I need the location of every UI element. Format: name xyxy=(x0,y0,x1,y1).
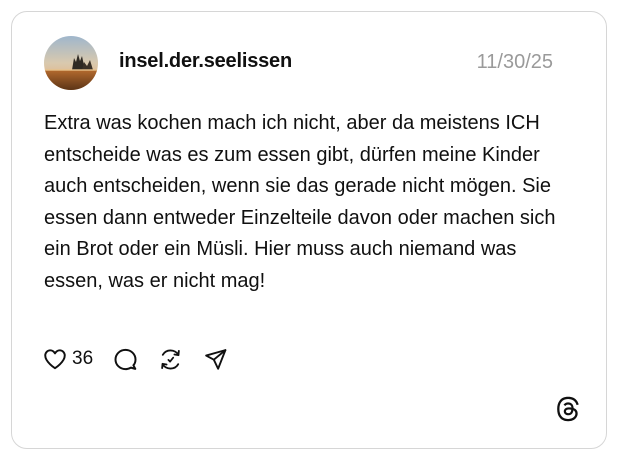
avatar[interactable] xyxy=(44,36,98,90)
post-card: insel.der.seelissen 11/30/25 Extra was k… xyxy=(11,11,607,449)
heart-icon xyxy=(44,349,66,370)
post-text: Extra was kochen mach ich nicht, aber da… xyxy=(44,112,556,292)
avatar-image xyxy=(44,36,98,90)
comment-bubble-icon xyxy=(114,348,137,370)
repost-button[interactable] xyxy=(158,347,183,372)
send-icon xyxy=(205,348,227,370)
like-count: 36 xyxy=(72,348,94,369)
share-button[interactable] xyxy=(203,347,228,372)
repost-icon xyxy=(161,348,180,370)
comment-button[interactable] xyxy=(113,347,138,372)
threads-logo-icon xyxy=(555,396,581,422)
like-button[interactable]: 36 xyxy=(42,346,93,372)
username[interactable]: insel.der.seelissen xyxy=(119,50,292,73)
post-actions: 36 xyxy=(42,345,228,373)
post-timestamp: 11/30/25 xyxy=(476,51,553,73)
